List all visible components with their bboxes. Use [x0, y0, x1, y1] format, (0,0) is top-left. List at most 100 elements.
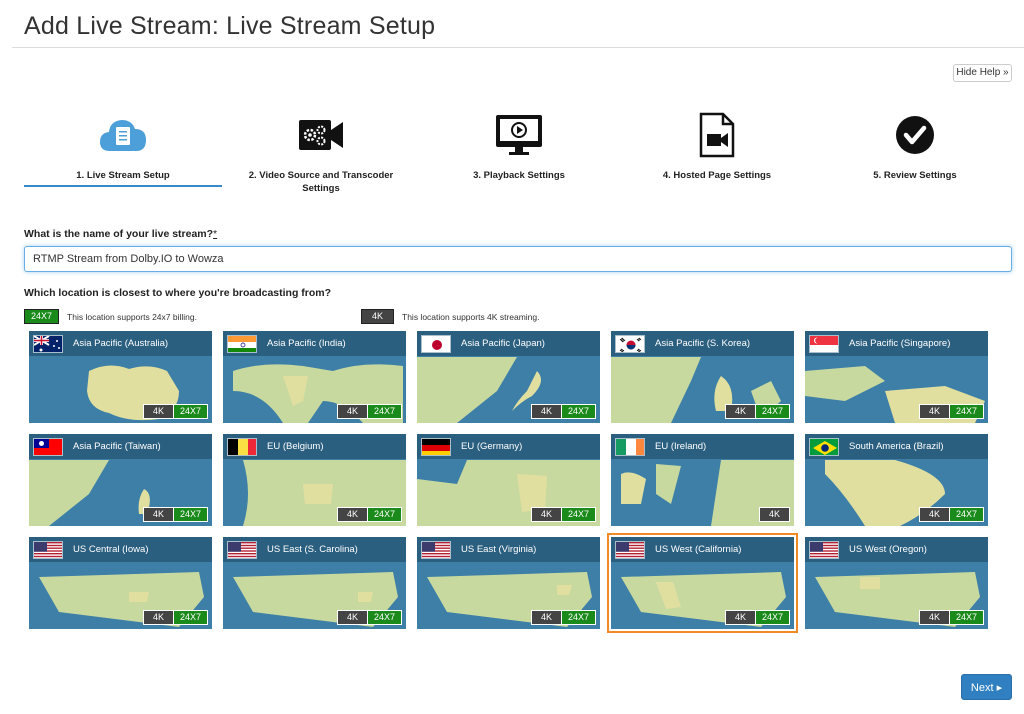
next-button[interactable]: Next ▸: [961, 674, 1012, 700]
location-tile[interactable]: Asia Pacific (Australia) 4K 24X7: [29, 331, 212, 423]
location-badges: 4K 24X7: [530, 404, 596, 419]
step-live-stream-setup[interactable]: 1. Live Stream Setup: [24, 110, 222, 182]
badge-247: 24X7: [172, 610, 208, 625]
location-tile[interactable]: US Central (Iowa) 4K 24X7: [29, 537, 212, 629]
location-badges: 4K 24X7: [336, 404, 402, 419]
wizard-steps: 1. Live Stream Setup 2. Video Source and…: [24, 110, 1014, 200]
usa-flag-icon: [33, 540, 63, 559]
badge-247: 24X7: [172, 507, 208, 522]
video-camera-gear-icon: [222, 110, 420, 160]
step-hosted-page-settings[interactable]: 4. Hosted Page Settings: [618, 110, 816, 182]
japan-flag-icon: [421, 334, 451, 353]
location-header: Asia Pacific (Taiwan): [29, 434, 212, 459]
usa-flag-icon: [809, 540, 839, 559]
badge-4k: 4K: [142, 404, 174, 419]
location-header: EU (Ireland): [611, 434, 794, 459]
badge-4k: 4K: [142, 507, 174, 522]
location-tile[interactable]: Asia Pacific (S. Korea) 4K 24X7: [611, 331, 794, 423]
location-name: US Central (Iowa): [73, 544, 149, 555]
badge-4k: 4K: [918, 610, 950, 625]
stream-name-label: What is the name of your live stream?*: [24, 228, 218, 240]
location-badges: 4K 24X7: [336, 610, 402, 625]
location-tile[interactable]: US West (California) 4K 24X7: [607, 533, 798, 633]
step-label: 4. Hosted Page Settings: [662, 170, 772, 181]
location-header: US West (Oregon): [805, 537, 988, 562]
location-tile[interactable]: EU (Germany) 4K 24X7: [417, 434, 600, 526]
location-badges: 4K 24X7: [142, 507, 208, 522]
location-badges: 4K 24X7: [142, 404, 208, 419]
location-badges: 4K 24X7: [530, 507, 596, 522]
location-header: EU (Germany): [417, 434, 600, 459]
badge-247: 24X7: [754, 404, 790, 419]
location-tile[interactable]: US East (S. Carolina) 4K 24X7: [223, 537, 406, 629]
location-header: Asia Pacific (Singapore): [805, 331, 988, 356]
ireland-flag-icon: [615, 437, 645, 456]
page-title: Add Live Stream: Live Stream Setup: [24, 12, 436, 40]
badge-4k: 4K: [724, 610, 756, 625]
badge-247: 24X7: [560, 404, 596, 419]
location-tile[interactable]: EU (Ireland) 4K: [611, 434, 794, 526]
usa-flag-icon: [421, 540, 451, 559]
badge-247: 24X7: [366, 507, 402, 522]
legend-247-text: This location supports 24x7 billing.: [67, 311, 197, 322]
location-name: Asia Pacific (S. Korea): [655, 338, 751, 349]
hide-help-button[interactable]: Hide Help »: [953, 64, 1012, 82]
location-header: US West (California): [611, 537, 794, 562]
location-header: US Central (Iowa): [29, 537, 212, 562]
badge-4k: 4K: [142, 610, 174, 625]
badge-4k: 4K: [361, 309, 395, 324]
belgium-flag-icon: [227, 437, 257, 456]
badge-4k: 4K: [724, 404, 756, 419]
step-label: 2. Video Source and Transcoder Settings: [248, 170, 394, 194]
location-header: Asia Pacific (S. Korea): [611, 331, 794, 356]
badge-247: 24X7: [948, 507, 984, 522]
location-tile[interactable]: EU (Belgium) 4K 24X7: [223, 434, 406, 526]
usa-flag-icon: [615, 540, 645, 559]
badge-4k: 4K: [530, 404, 562, 419]
location-badges: 4K 24X7: [530, 610, 596, 625]
badge-4k: 4K: [530, 610, 562, 625]
stream-name-input[interactable]: [24, 246, 1012, 272]
monitor-play-icon: [420, 110, 618, 160]
location-name: Asia Pacific (Japan): [461, 338, 545, 349]
location-tile[interactable]: Asia Pacific (India) 4K 24X7: [223, 331, 406, 423]
step-video-source[interactable]: 2. Video Source and Transcoder Settings: [222, 110, 420, 195]
active-step-indicator: [24, 185, 222, 187]
location-badges: 4K 24X7: [918, 507, 984, 522]
location-header: Asia Pacific (Australia): [29, 331, 212, 356]
singapore-flag-icon: [809, 334, 839, 353]
video-file-icon: [618, 110, 816, 160]
required-marker: *: [213, 228, 218, 240]
location-tile[interactable]: South America (Brazil) 4K 24X7: [805, 434, 988, 526]
location-tile[interactable]: Asia Pacific (Singapore) 4K 24X7: [805, 331, 988, 423]
step-label: 3. Playback Settings: [473, 170, 565, 181]
location-header: South America (Brazil): [805, 434, 988, 459]
step-playback-settings[interactable]: 3. Playback Settings: [420, 110, 618, 182]
badge-4k: 4K: [530, 507, 562, 522]
badge-247: 24X7: [24, 309, 60, 324]
location-badges: 4K: [758, 507, 790, 522]
location-tile[interactable]: Asia Pacific (Taiwan) 4K 24X7: [29, 434, 212, 526]
location-name: US East (S. Carolina): [267, 544, 358, 555]
location-tile[interactable]: US West (Oregon) 4K 24X7: [805, 537, 988, 629]
usa-flag-icon: [227, 540, 257, 559]
cloud-document-icon: [24, 110, 222, 160]
location-header: US East (Virginia): [417, 537, 600, 562]
location-name: South America (Brazil): [849, 441, 944, 452]
location-name: EU (Belgium): [267, 441, 324, 452]
taiwan-flag-icon: [33, 437, 63, 456]
badge-4k: 4K: [918, 507, 950, 522]
badge-247: 24X7: [754, 610, 790, 625]
badge-4k: 4K: [336, 507, 368, 522]
india-flag-icon: [227, 334, 257, 353]
location-name: Asia Pacific (India): [267, 338, 346, 349]
location-header: Asia Pacific (Japan): [417, 331, 600, 356]
badge-247: 24X7: [948, 610, 984, 625]
location-tile[interactable]: Asia Pacific (Japan) 4K 24X7: [417, 331, 600, 423]
location-tile[interactable]: US East (Virginia) 4K 24X7: [417, 537, 600, 629]
step-review-settings[interactable]: 5. Review Settings: [816, 110, 1014, 182]
badge-247: 24X7: [560, 507, 596, 522]
location-badges: 4K 24X7: [918, 610, 984, 625]
badge-247: 24X7: [172, 404, 208, 419]
legend-4k-text: This location supports 4K streaming.: [402, 311, 540, 322]
